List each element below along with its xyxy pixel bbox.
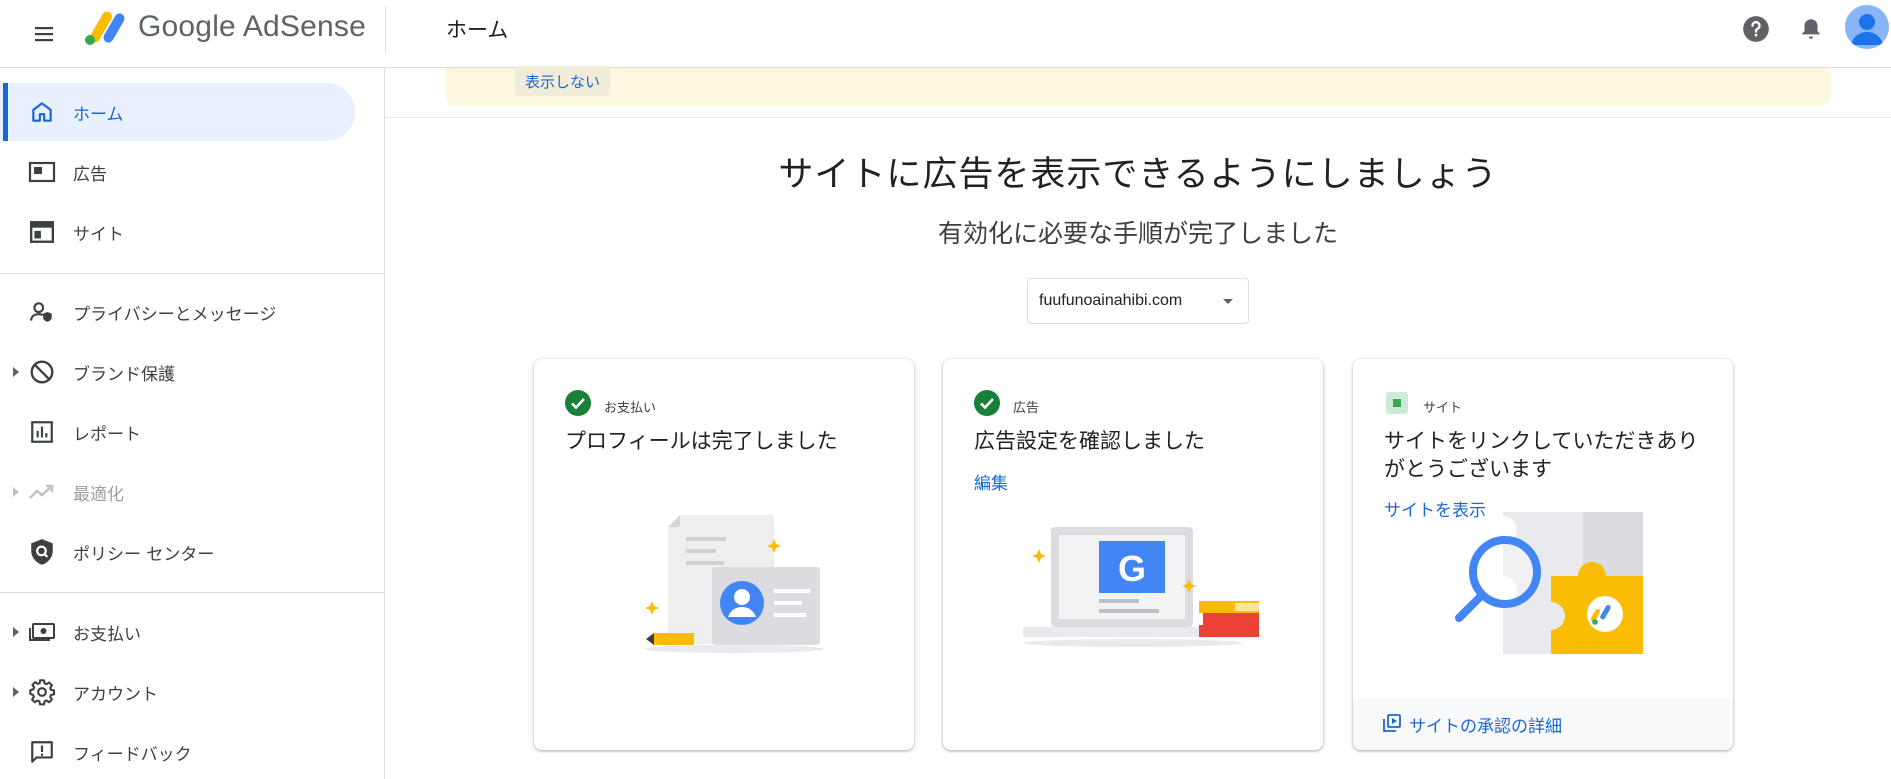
block-icon <box>27 357 57 387</box>
payments-icon <box>27 617 57 647</box>
sidebar-item-privacy[interactable]: プライバシーとメッセージ <box>0 283 355 341</box>
brand-name: Google AdSense <box>138 10 366 43</box>
topbar-divider <box>385 6 386 52</box>
sidebar-item-optimization[interactable]: 最適化 <box>0 463 355 521</box>
site-approval-details-link[interactable]: サイトの承認の詳細 <box>1353 699 1733 750</box>
sidebar-item-label: ポリシー センター <box>73 544 215 565</box>
home-icon <box>27 97 57 127</box>
card-title: 広告設定を確認しました <box>974 429 1205 453</box>
library-icon <box>1383 713 1401 736</box>
expand-caret-icon <box>13 627 19 637</box>
account-avatar[interactable] <box>1845 5 1889 49</box>
sidebar-item-label: フィードバック <box>73 744 192 765</box>
sidebar-item-ads[interactable]: 広告 <box>0 143 355 201</box>
main-content: 表示しない サイトに広告を表示できるようにしましょう 有効化に必要な手順が完了し… <box>385 66 1891 779</box>
sidebar-nav: ホーム 広告 サイト プライバシーとメッセージ ブランド保護 レポート 最適化 … <box>0 68 385 779</box>
ads-step-card: 広告 広告設定を確認しました 編集 G <box>943 359 1323 750</box>
activation-title: サイトに広告を表示できるようにしましょう <box>778 155 1498 195</box>
sidebar-divider <box>0 273 385 274</box>
gear-icon <box>27 677 57 707</box>
sidebar-item-feedback[interactable]: フィードバック <box>0 723 355 779</box>
svg-text:G: G <box>1118 548 1146 589</box>
site-link-illustration <box>1455 512 1643 654</box>
sidebar-item-label: ホーム <box>73 104 124 125</box>
help-icon[interactable] <box>1737 10 1775 48</box>
profile-illustration <box>644 515 824 653</box>
sidebar-item-label: サイト <box>73 224 124 245</box>
expand-caret-icon <box>13 367 19 377</box>
notice-banner: 表示しない <box>445 66 1831 106</box>
check-circle-icon <box>974 390 1000 416</box>
card-title: サイトをリンクしていただきありがとうございます <box>1384 429 1699 481</box>
sidebar-item-policy-center[interactable]: ポリシー センター <box>0 523 355 581</box>
sidebar-item-home[interactable]: ホーム <box>0 83 355 141</box>
notifications-bell-icon[interactable] <box>1792 10 1830 48</box>
check-circle-icon <box>565 390 591 416</box>
sidebar-item-label: レポート <box>73 424 141 445</box>
sidebar-item-label: 広告 <box>73 164 107 185</box>
pending-square-icon <box>1384 390 1410 416</box>
card-footer-label: サイトの承認の詳細 <box>1409 717 1562 737</box>
ads-icon <box>27 157 57 187</box>
sites-step-card: サイト サイトをリンクしていただきありがとうございます サイトを表示 サイトの承… <box>1353 359 1733 750</box>
selected-site: fuufunoainahibi.com <box>1039 292 1183 309</box>
card-category: 広告 <box>1013 401 1040 416</box>
sidebar-item-reports[interactable]: レポート <box>0 403 355 461</box>
sidebar-item-label: お支払い <box>73 624 141 645</box>
trending-up-icon <box>27 477 57 507</box>
payments-step-card: お支払い プロフィールは完了しました <box>534 359 914 750</box>
sidebar-item-brand-safety[interactable]: ブランド保護 <box>0 343 355 401</box>
top-app-bar: Google AdSense ホーム <box>0 0 1891 68</box>
main-menu-icon[interactable] <box>24 14 64 54</box>
sites-icon <box>27 217 57 247</box>
edit-link[interactable]: 編集 <box>974 469 1008 494</box>
card-title: プロフィールは完了しました <box>565 429 838 453</box>
sidebar-item-label: ブランド保護 <box>73 364 175 385</box>
sidebar-item-label: 最適化 <box>73 484 124 505</box>
site-selector-dropdown[interactable]: fuufunoainahibi.com <box>1027 278 1249 324</box>
expand-caret-icon <box>13 687 19 697</box>
sidebar-item-account[interactable]: アカウント <box>0 663 355 721</box>
expand-caret-icon <box>13 487 19 497</box>
card-category: お支払い <box>604 401 657 416</box>
ad-settings-illustration: G <box>1023 527 1259 647</box>
dismiss-button[interactable]: 表示しない <box>515 66 611 96</box>
card-category: サイト <box>1423 401 1463 416</box>
privacy-icon <box>27 297 57 327</box>
sidebar-divider <box>0 592 385 593</box>
activation-subtitle: 有効化に必要な手順が完了しました <box>937 219 1338 248</box>
sidebar-item-label: プライバシーとメッセージ <box>73 304 277 325</box>
sidebar-item-payments[interactable]: お支払い <box>0 603 355 661</box>
sidebar-item-sites[interactable]: サイト <box>0 203 355 261</box>
sidebar-item-label: アカウント <box>73 684 158 705</box>
content-divider <box>385 117 1891 118</box>
adsense-logo-icon[interactable] <box>82 8 130 48</box>
feedback-icon <box>27 737 57 767</box>
policy-icon <box>27 537 57 567</box>
reports-icon <box>27 417 57 447</box>
page-title: ホーム <box>446 18 509 42</box>
dropdown-arrow-icon <box>1223 299 1233 304</box>
